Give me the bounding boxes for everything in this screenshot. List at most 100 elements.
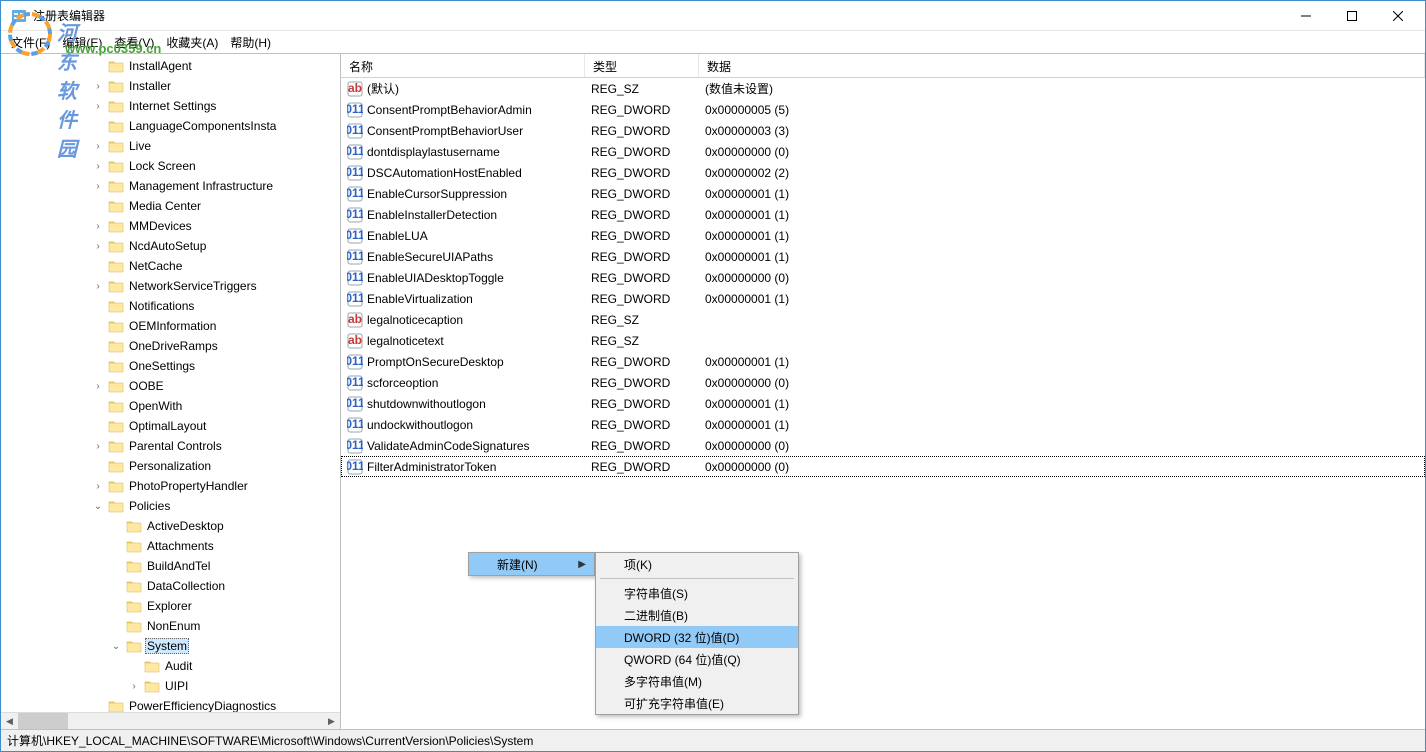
chevron-right-icon[interactable]: ›	[91, 481, 105, 492]
menu-edit[interactable]: 编辑(E)	[56, 32, 108, 53]
menu-item-binary[interactable]: 二进制值(B)	[596, 604, 798, 626]
chevron-right-icon[interactable]: ›	[91, 381, 105, 392]
tree-item[interactable]: ›LanguageComponentsInsta	[1, 116, 340, 136]
maximize-button[interactable]	[1329, 1, 1375, 31]
menu-item-new[interactable]: 新建(N) ▶	[469, 553, 594, 575]
value-row[interactable]: 011DSCAutomationHostEnabledREG_DWORD0x00…	[341, 162, 1425, 183]
chevron-right-icon[interactable]: ›	[91, 221, 105, 232]
tree-item[interactable]: ›Parental Controls	[1, 436, 340, 456]
tree-item[interactable]: ›OpenWith	[1, 396, 340, 416]
value-row[interactable]: ablegalnoticetextREG_SZ	[341, 330, 1425, 351]
value-row[interactable]: 011EnableCursorSuppressionREG_DWORD0x000…	[341, 183, 1425, 204]
menu-item-string[interactable]: 字符串值(S)	[596, 582, 798, 604]
value-row[interactable]: 011PromptOnSecureDesktopREG_DWORD0x00000…	[341, 351, 1425, 372]
tree-item[interactable]: ›NetworkServiceTriggers	[1, 276, 340, 296]
tree-item[interactable]: ›UIPI	[1, 676, 340, 696]
scroll-thumb[interactable]	[18, 713, 68, 729]
tree-item[interactable]: ›OptimalLayout	[1, 416, 340, 436]
tree-item[interactable]: ›Explorer	[1, 596, 340, 616]
tree-item[interactable]: ⌄Policies	[1, 496, 340, 516]
tree-item[interactable]: ›Attachments	[1, 536, 340, 556]
value-row[interactable]: 011ConsentPromptBehaviorAdminREG_DWORD0x…	[341, 99, 1425, 120]
menu-item-expandstring[interactable]: 可扩充字符串值(E)	[596, 692, 798, 714]
value-row[interactable]: 011EnableLUAREG_DWORD0x00000001 (1)	[341, 225, 1425, 246]
chevron-right-icon[interactable]: ›	[91, 241, 105, 252]
tree-item[interactable]: ›BuildAndTel	[1, 556, 340, 576]
value-row[interactable]: 011undockwithoutlogonREG_DWORD0x00000001…	[341, 414, 1425, 435]
values-pane: 名称 类型 数据 ab(默认)REG_SZ(数值未设置)011ConsentPr…	[341, 54, 1425, 729]
menu-help[interactable]: 帮助(H)	[224, 32, 277, 53]
chevron-down-icon[interactable]: ⌄	[109, 641, 123, 652]
column-type[interactable]: 类型	[585, 54, 699, 77]
tree-horizontal-scrollbar[interactable]: ◀ ▶	[1, 712, 340, 729]
titlebar[interactable]: 注册表编辑器	[1, 1, 1425, 31]
scroll-right-icon[interactable]: ▶	[323, 713, 340, 729]
chevron-right-icon[interactable]: ›	[127, 681, 141, 692]
value-row[interactable]: ab(默认)REG_SZ(数值未设置)	[341, 78, 1425, 99]
menu-item-dword[interactable]: DWORD (32 位)值(D)	[596, 626, 798, 648]
value-row[interactable]: 011shutdownwithoutlogonREG_DWORD0x000000…	[341, 393, 1425, 414]
values-list[interactable]: ab(默认)REG_SZ(数值未设置)011ConsentPromptBehav…	[341, 78, 1425, 729]
value-row[interactable]: 011EnableVirtualizationREG_DWORD0x000000…	[341, 288, 1425, 309]
tree-item-label: NetCache	[127, 258, 184, 274]
chevron-right-icon[interactable]: ›	[91, 81, 105, 92]
tree-item[interactable]: ›Installer	[1, 76, 340, 96]
tree-item[interactable]: ⌄System	[1, 636, 340, 656]
tree-item[interactable]: ›Management Infrastructure	[1, 176, 340, 196]
tree-item[interactable]: ›ActiveDesktop	[1, 516, 340, 536]
tree-scroll[interactable]: ›InstallAgent›Installer›Internet Setting…	[1, 54, 340, 729]
value-data: 0x00000001 (1)	[699, 397, 1425, 411]
menu-favorites[interactable]: 收藏夹(A)	[160, 32, 224, 53]
tree-item[interactable]: ›NonEnum	[1, 616, 340, 636]
value-row[interactable]: 011ValidateAdminCodeSignaturesREG_DWORD0…	[341, 435, 1425, 456]
tree-item[interactable]: ›PhotoPropertyHandler	[1, 476, 340, 496]
tree-item[interactable]: ›InstallAgent	[1, 56, 340, 76]
chevron-right-icon[interactable]: ›	[91, 141, 105, 152]
value-row[interactable]: 011EnableInstallerDetectionREG_DWORD0x00…	[341, 204, 1425, 225]
tree-item[interactable]: ›OOBE	[1, 376, 340, 396]
chevron-right-icon[interactable]: ›	[91, 181, 105, 192]
tree-item[interactable]: ›NcdAutoSetup	[1, 236, 340, 256]
value-row[interactable]: 011ConsentPromptBehaviorUserREG_DWORD0x0…	[341, 120, 1425, 141]
tree-item[interactable]: ›NetCache	[1, 256, 340, 276]
close-button[interactable]	[1375, 1, 1421, 31]
menu-item-key[interactable]: 项(K)	[596, 553, 798, 575]
menu-item-multistring[interactable]: 多字符串值(M)	[596, 670, 798, 692]
tree-item[interactable]: ›OneDriveRamps	[1, 336, 340, 356]
svg-text:ab: ab	[348, 333, 362, 347]
column-name[interactable]: 名称	[341, 54, 585, 77]
value-data: 0x00000001 (1)	[699, 208, 1425, 222]
tree-item-label: OneSettings	[127, 358, 197, 374]
dword-value-icon: 011	[347, 396, 363, 412]
menu-view[interactable]: 查看(V)	[108, 32, 160, 53]
tree-item[interactable]: ›Audit	[1, 656, 340, 676]
value-row[interactable]: 011dontdisplaylastusernameREG_DWORD0x000…	[341, 141, 1425, 162]
value-row[interactable]: 011EnableUIADesktopToggleREG_DWORD0x0000…	[341, 267, 1425, 288]
menu-file[interactable]: 文件(F)	[5, 32, 56, 53]
value-row[interactable]: 011EnableSecureUIAPathsREG_DWORD0x000000…	[341, 246, 1425, 267]
tree-item[interactable]: ›Media Center	[1, 196, 340, 216]
chevron-right-icon[interactable]: ›	[91, 101, 105, 112]
tree-item[interactable]: ›Lock Screen	[1, 156, 340, 176]
chevron-down-icon[interactable]: ⌄	[91, 501, 105, 512]
tree-item[interactable]: ›DataCollection	[1, 576, 340, 596]
chevron-right-icon[interactable]: ›	[91, 281, 105, 292]
tree-item[interactable]: ›Live	[1, 136, 340, 156]
scroll-left-icon[interactable]: ◀	[1, 713, 18, 729]
value-type: REG_DWORD	[585, 187, 699, 201]
tree-item[interactable]: ›MMDevices	[1, 216, 340, 236]
folder-icon	[126, 539, 142, 553]
chevron-right-icon[interactable]: ›	[91, 161, 105, 172]
menu-item-qword[interactable]: QWORD (64 位)值(Q)	[596, 648, 798, 670]
value-row[interactable]: ablegalnoticecaptionREG_SZ	[341, 309, 1425, 330]
value-row[interactable]: 011scforceoptionREG_DWORD0x00000000 (0)	[341, 372, 1425, 393]
minimize-button[interactable]	[1283, 1, 1329, 31]
tree-item[interactable]: ›Notifications	[1, 296, 340, 316]
tree-item[interactable]: ›OEMInformation	[1, 316, 340, 336]
tree-item[interactable]: ›Internet Settings	[1, 96, 340, 116]
tree-item[interactable]: ›Personalization	[1, 456, 340, 476]
chevron-right-icon[interactable]: ›	[91, 441, 105, 452]
value-row[interactable]: 011FilterAdministratorTokenREG_DWORD0x00…	[341, 456, 1425, 477]
tree-item[interactable]: ›OneSettings	[1, 356, 340, 376]
column-data[interactable]: 数据	[699, 54, 1425, 77]
